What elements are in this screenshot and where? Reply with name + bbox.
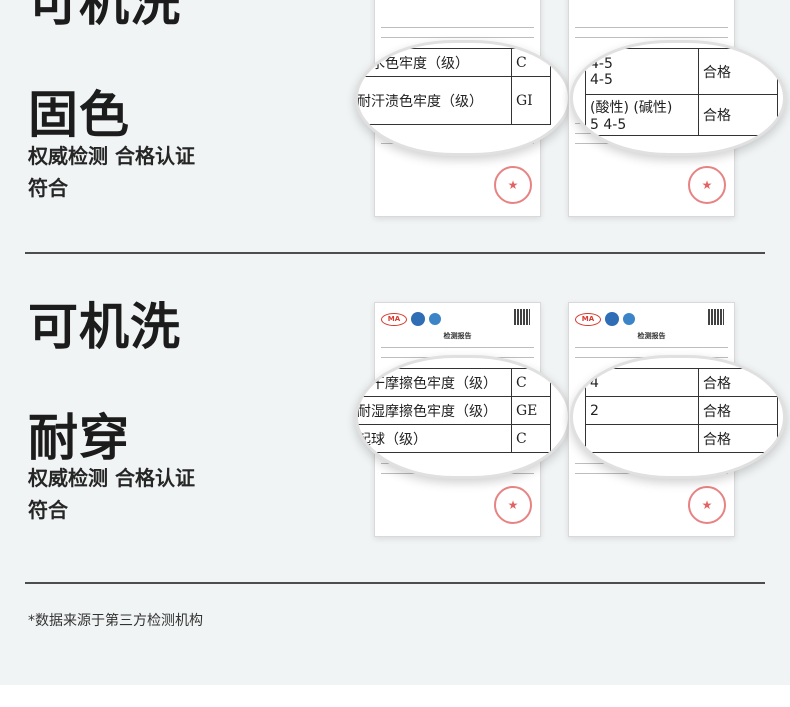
ilac-logo-icon <box>411 312 425 326</box>
cnas-logo-icon <box>623 313 635 325</box>
table-cell: 4-5 4-5 <box>585 48 699 95</box>
table-cell: 合格 <box>698 368 778 397</box>
bubble-table: 耐水色牢度（级） C 耐汗渍色牢度（级） GI <box>358 48 551 125</box>
table-row: 2 合格 <box>585 396 778 425</box>
subtitle-line: 符合 <box>28 176 68 200</box>
report-title: 检测报告 <box>637 332 666 340</box>
table-cell: 2 <box>585 396 699 425</box>
table-row: 耐水色牢度（级） C <box>358 48 551 77</box>
certification-logos: MA <box>575 310 635 328</box>
title-partial: 可机洗 <box>28 0 181 32</box>
subtitle-line: 权威检测 合格认证 <box>28 466 195 490</box>
stamp-icon: ★ <box>688 166 726 204</box>
data-source-footnote: *数据来源于第三方检测机构 <box>28 613 203 629</box>
title-durable: 耐穿 <box>28 409 130 467</box>
section-colorfast: 可机洗 固色 权威检测 合格认证 符合 ★ 耐水色牢度（级） C 耐汗渍色牢度（… <box>0 0 790 250</box>
table-cell: GE <box>511 396 551 425</box>
ilac-logo-icon <box>605 312 619 326</box>
table-cell: 耐水色牢度（级） <box>358 48 512 77</box>
section-washable: 可机洗 耐穿 权威检测 合格认证 符合 MA 检测报告 ★ 耐干摩擦色牢度（级）… <box>0 260 790 580</box>
bubble-table: 4-5 4-5 合格 (酸性) (碱性) 5 4-5 合格 <box>585 48 778 136</box>
table-row: (酸性) (碱性) 5 4-5 合格 <box>585 94 778 136</box>
stamp-icon: ★ <box>494 166 532 204</box>
table-cell: 耐汗渍色牢度（级） <box>358 76 512 125</box>
table-cell: (酸性) (碱性) 5 4-5 <box>585 94 699 136</box>
table-row: 4-5 4-5 合格 <box>585 48 778 95</box>
section-divider <box>25 582 765 584</box>
section-divider <box>25 252 765 254</box>
table-cell: 合格 <box>698 48 778 95</box>
table-cell: C <box>511 368 551 397</box>
table-row: 4 合格 <box>585 368 778 397</box>
table-row: 起球（级） C <box>358 424 551 453</box>
table-cell: C <box>511 424 551 453</box>
table-cell: 耐湿摩擦色牢度（级） <box>358 396 512 425</box>
table-cell: GI <box>511 76 551 125</box>
table-cell: 合格 <box>698 424 778 453</box>
bottom-band <box>0 685 790 707</box>
certification-logos: MA <box>381 310 441 328</box>
table-cell: 耐干摩擦色牢度（级） <box>358 368 512 397</box>
qr-code-icon <box>514 309 530 325</box>
title-colorfast: 固色 <box>28 86 130 144</box>
qr-code-icon <box>708 309 724 325</box>
magnifier-bubble: 4-5 4-5 合格 (酸性) (碱性) 5 4-5 合格 <box>570 40 786 156</box>
subtitle-line: 权威检测 合格认证 <box>28 144 195 168</box>
title-washable: 可机洗 <box>28 298 181 356</box>
table-cell: 4 <box>585 368 699 397</box>
magnifier-bubble: 4 合格 2 合格 合格 <box>570 355 786 479</box>
table-cell: 起球（级） <box>358 424 512 453</box>
table-row: 耐干摩擦色牢度（级） C <box>358 368 551 397</box>
stamp-icon: ★ <box>494 486 532 524</box>
table-row: 合格 <box>585 424 778 453</box>
stamp-icon: ★ <box>688 486 726 524</box>
cnas-logo-icon <box>429 313 441 325</box>
cma-logo-icon: MA <box>381 312 407 326</box>
table-cell: C <box>511 48 551 77</box>
table-cell: 合格 <box>698 396 778 425</box>
cma-logo-icon: MA <box>575 312 601 326</box>
table-cell <box>585 424 699 453</box>
magnifier-bubble: 耐干摩擦色牢度（级） C 耐湿摩擦色牢度（级） GE 起球（级） C <box>355 355 571 479</box>
subtitle-line: 符合 <box>28 498 68 522</box>
bubble-table: 耐干摩擦色牢度（级） C 耐湿摩擦色牢度（级） GE 起球（级） C <box>358 368 551 453</box>
table-row: 耐湿摩擦色牢度（级） GE <box>358 396 551 425</box>
subtitle-certified: 权威检测 合格认证 符合 <box>28 462 268 526</box>
subtitle-certified: 权威检测 合格认证 符合 <box>28 140 268 204</box>
magnifier-bubble: 耐水色牢度（级） C 耐汗渍色牢度（级） GI <box>355 40 571 156</box>
table-row: 耐汗渍色牢度（级） GI <box>358 76 551 125</box>
table-cell: 合格 <box>698 94 778 136</box>
report-title: 检测报告 <box>443 332 472 340</box>
bubble-table: 4 合格 2 合格 合格 <box>585 368 778 453</box>
